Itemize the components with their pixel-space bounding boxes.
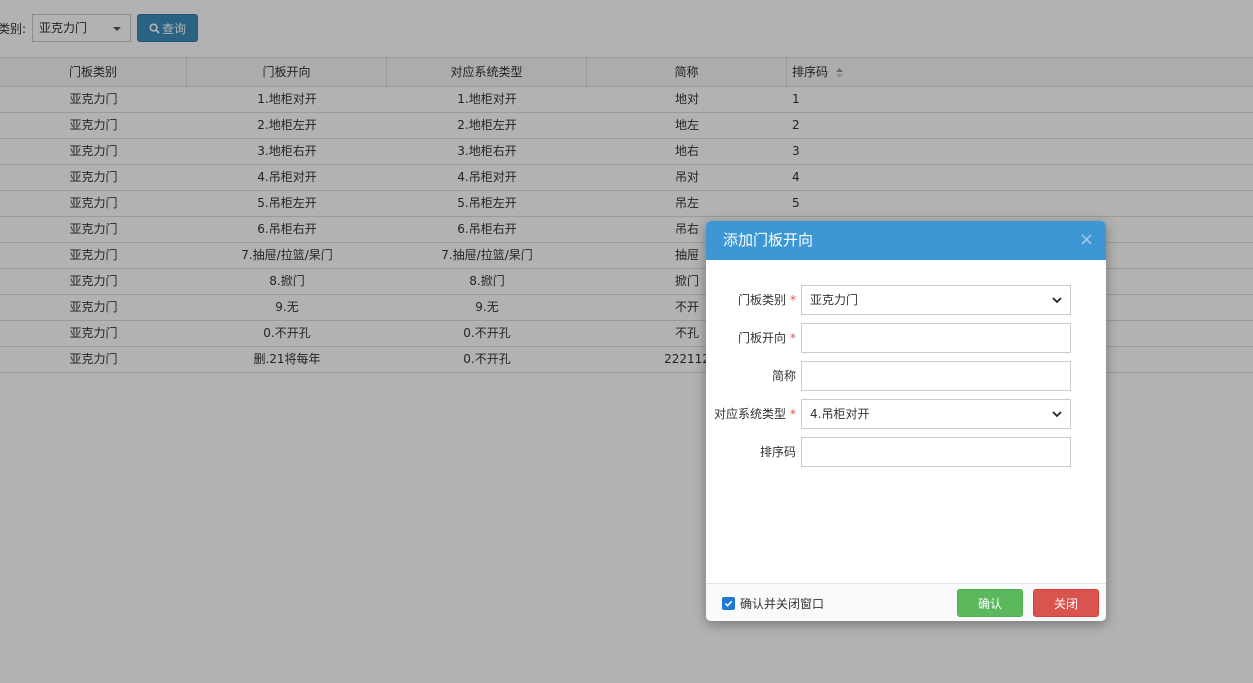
field-label-direction: 门板开向 *: [737, 331, 796, 345]
field-label-short-name: 简称: [771, 369, 796, 383]
field-label-system-type: 对应系统类型 *: [713, 407, 796, 421]
field-label-sort-code: 排序码: [759, 445, 796, 459]
close-button[interactable]: 关闭: [1033, 589, 1099, 617]
field-row-system-type: 对应系统类型 * 4.吊柜对开: [706, 399, 1106, 429]
dialog-title: 添加门板开向: [723, 231, 814, 249]
sort-code-input[interactable]: [801, 437, 1071, 467]
direction-input[interactable]: [801, 323, 1071, 353]
checkmark-icon: [724, 600, 733, 607]
field-row-sort-code: 排序码: [706, 437, 1106, 467]
confirm-button[interactable]: 确认: [957, 589, 1023, 617]
field-row-short-name: 简称: [706, 361, 1106, 391]
confirm-and-close-toggle[interactable]: 确认并关闭窗口: [722, 595, 824, 612]
close-icon[interactable]: ×: [1079, 231, 1094, 249]
dialog-footer: 确认并关闭窗口 确认 关闭: [706, 583, 1106, 621]
required-mark: *: [790, 293, 796, 307]
field-label-category: 门板类别 *: [737, 293, 796, 307]
system-type-select-value: 4.吊柜对开: [810, 407, 870, 421]
required-mark: *: [790, 407, 796, 421]
chevron-down-icon: [1052, 297, 1062, 304]
confirm-and-close-label: 确认并关闭窗口: [740, 597, 825, 611]
required-mark: *: [790, 331, 796, 345]
system-type-select[interactable]: 4.吊柜对开: [801, 399, 1071, 429]
add-door-direction-dialog: 添加门板开向 × 门板类别* 亚克力门 门板开向* 简称 对应系统类型*: [706, 221, 1106, 621]
confirm-and-close-checkbox[interactable]: [722, 597, 735, 610]
field-row-direction: 门板开向 *: [706, 323, 1106, 353]
category-select[interactable]: 亚克力门: [801, 285, 1071, 315]
dialog-header: 添加门板开向 ×: [706, 221, 1106, 260]
page: 类别: 亚克力门 查询 门板类别 门板开向 对应系统类型 简称 排序码 亚克力门…: [0, 0, 1253, 683]
short-name-input[interactable]: [801, 361, 1071, 391]
chevron-down-icon: [1052, 411, 1062, 418]
field-row-category: 门板类别 * 亚克力门: [706, 285, 1106, 315]
category-select-value: 亚克力门: [810, 293, 859, 307]
